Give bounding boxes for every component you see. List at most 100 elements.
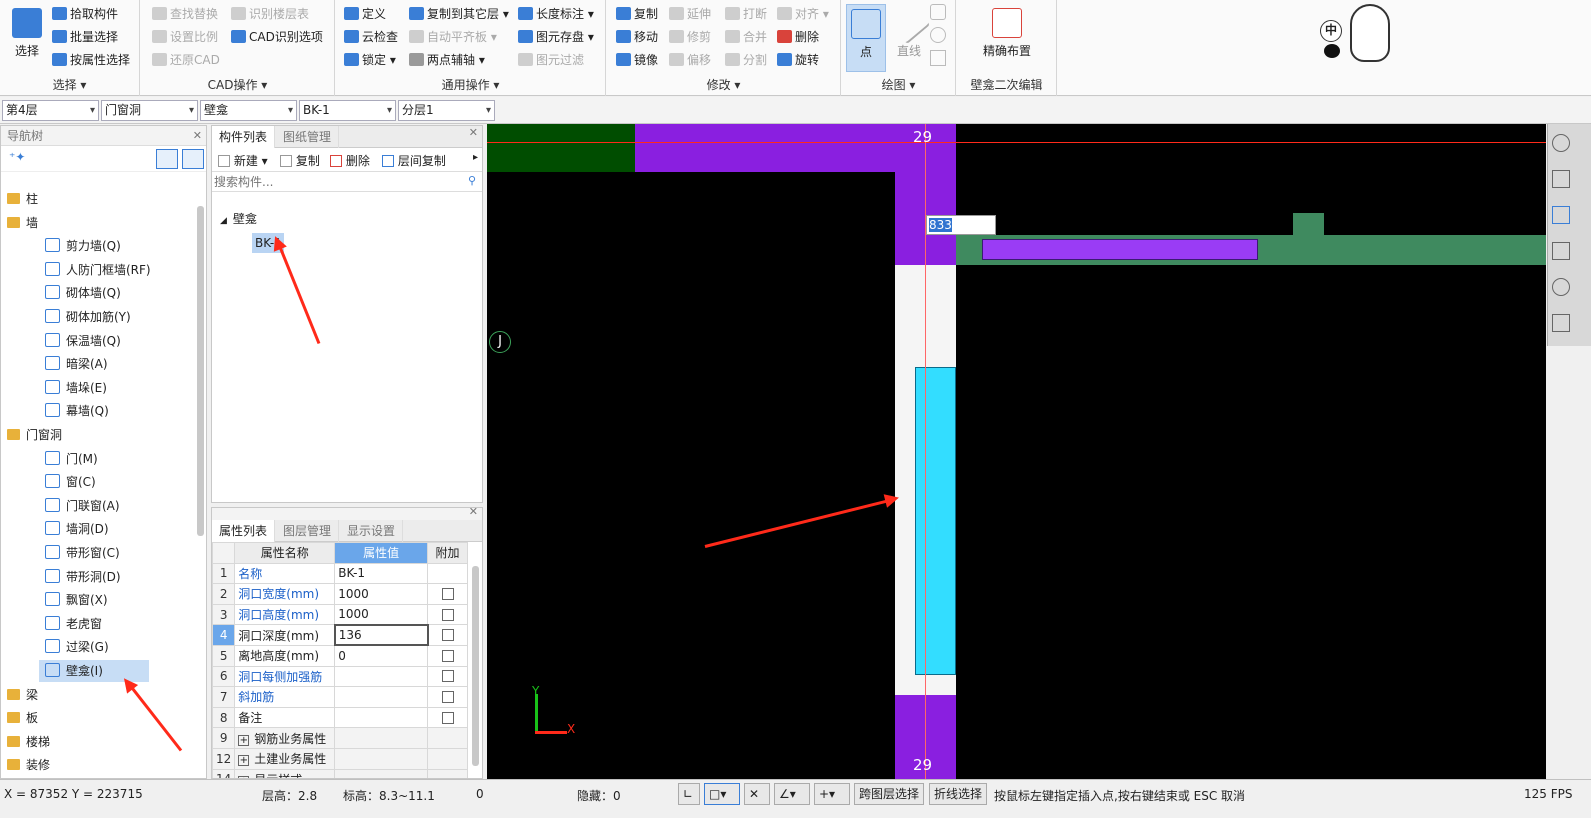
expand-icon[interactable]: ⁺✦ xyxy=(9,150,25,164)
grid-view-icon[interactable] xyxy=(182,149,204,169)
nav-item-6[interactable]: 保温墙(Q) xyxy=(1,330,196,352)
drawing-canvas[interactable]: 29 29 J 833 Y X xyxy=(487,124,1546,779)
view-3d-icon[interactable] xyxy=(1552,170,1570,188)
nav-item-21[interactable]: 梁 xyxy=(1,684,196,706)
top-view-icon[interactable] xyxy=(1552,206,1570,224)
ime-indicator[interactable]: 中 xyxy=(1320,20,1342,42)
niche-element[interactable] xyxy=(915,367,956,675)
property-row[interactable]: 12 + 土建业务属性 xyxy=(212,747,468,770)
nav-item-8[interactable]: 墙垛(E) xyxy=(1,377,196,399)
search-input[interactable] xyxy=(214,173,464,190)
additional-checkbox[interactable] xyxy=(441,649,454,662)
angle-toggle[interactable]: ∠▾ xyxy=(774,783,810,805)
element-filter-button[interactable]: 图元过滤 xyxy=(518,50,584,70)
nav-item-0[interactable]: 柱 xyxy=(1,188,196,210)
identify-floor-table-button[interactable]: 识别楼层表 xyxy=(231,4,309,24)
property-value[interactable] xyxy=(334,727,429,749)
floor-select[interactable]: 第4层 xyxy=(2,100,99,121)
mirror-button[interactable]: 镜像 xyxy=(616,50,658,70)
cloud-check-button[interactable]: 云检查 xyxy=(344,27,398,47)
nav-item-18[interactable]: 老虎窗 xyxy=(1,613,196,635)
align-button[interactable]: 对齐 ▾ xyxy=(777,4,829,24)
property-row[interactable]: 3 洞口高度(mm) 1000 xyxy=(212,603,468,626)
nav-item-5[interactable]: 砌体加筋(Y) xyxy=(1,306,196,328)
type-select[interactable]: 壁龛 xyxy=(200,100,297,121)
additional-checkbox[interactable] xyxy=(441,608,454,621)
auto-level-button[interactable]: 自动平齐板 ▾ xyxy=(409,27,497,47)
set-scale-button[interactable]: 设置比例 xyxy=(152,27,218,47)
property-row[interactable]: 5 离地高度(mm) 0 xyxy=(212,644,468,667)
merge-button[interactable]: 合并 xyxy=(725,27,767,47)
nav-item-11[interactable]: 门(M) xyxy=(1,448,196,470)
tab-drawing-manage[interactable]: 图纸管理 xyxy=(276,126,340,148)
front-view-icon[interactable] xyxy=(1552,242,1570,260)
nav-item-2[interactable]: 剪力墙(Q) xyxy=(1,235,196,257)
circle-icon[interactable] xyxy=(930,27,946,43)
property-row[interactable]: 6 洞口每侧加强筋 xyxy=(212,665,468,688)
tab-property-list[interactable]: 属性列表 xyxy=(212,520,276,542)
line-draw-button[interactable]: 直线 xyxy=(887,1,931,59)
property-value[interactable]: 1000 xyxy=(334,583,429,605)
extend-button[interactable]: 延伸 xyxy=(669,4,711,24)
property-scrollbar[interactable] xyxy=(472,566,479,766)
collapse-icon[interactable]: ◢ xyxy=(220,216,227,226)
delete-button[interactable]: 删除 xyxy=(777,27,819,47)
new-component-button[interactable]: 新建 ▾ xyxy=(218,152,268,169)
property-value[interactable]: 1000 xyxy=(334,603,429,626)
close-icon[interactable]: ✕ xyxy=(193,126,202,146)
property-value[interactable]: 136 xyxy=(333,623,429,647)
additional-checkbox[interactable] xyxy=(441,587,454,600)
precise-layout-button[interactable]: 精确布置 xyxy=(965,8,1049,59)
nav-item-4[interactable]: 砌体墙(Q) xyxy=(1,282,196,304)
tab-layer-manage[interactable]: 图层管理 xyxy=(276,520,340,542)
batch-select-button[interactable]: 批量选择 xyxy=(52,27,118,47)
list-view-icon[interactable] xyxy=(156,149,178,169)
wall-segment-top[interactable] xyxy=(635,124,956,172)
tab-component-list[interactable]: 构件列表 xyxy=(212,126,276,148)
property-row[interactable]: 14+显示样式 xyxy=(212,768,468,778)
property-row[interactable]: 9 + 钢筋业务属性 xyxy=(212,727,468,749)
window-element[interactable] xyxy=(982,239,1258,260)
length-dim-button[interactable]: 长度标注 ▾ xyxy=(518,4,594,24)
nav-item-9[interactable]: 幕墙(Q) xyxy=(1,400,196,422)
offset-button[interactable]: 偏移 xyxy=(669,50,711,70)
rect-icon[interactable] xyxy=(930,50,946,66)
additional-checkbox[interactable] xyxy=(441,629,454,642)
component-group[interactable]: ◢ 壁龛 xyxy=(220,210,257,227)
floor-copy-button[interactable]: 层间复制 xyxy=(382,152,446,169)
nav-item-3[interactable]: 人防门框墙(RF) xyxy=(1,259,196,281)
rotate-view-icon[interactable] xyxy=(1552,278,1570,296)
nav-item-22[interactable]: 板 xyxy=(1,707,196,729)
property-row[interactable]: 2 洞口宽度(mm) 1000 xyxy=(212,583,468,605)
dimension-input[interactable]: 833 xyxy=(926,215,996,235)
nav-item-7[interactable]: 暗梁(A) xyxy=(1,353,196,375)
pick-component-button[interactable]: 拾取构件 xyxy=(52,4,118,24)
copy-to-floor-button[interactable]: 复制到其它层 ▾ xyxy=(409,4,509,24)
move-button[interactable]: 移动 xyxy=(616,27,658,47)
define-button[interactable]: 定义 xyxy=(344,4,386,24)
close-icon[interactable]: ✕ xyxy=(469,508,478,518)
additional-checkbox[interactable] xyxy=(441,690,454,703)
grid-icon[interactable] xyxy=(1552,314,1570,332)
offset-toggle[interactable]: +▾ xyxy=(814,783,850,805)
cross-toggle[interactable]: ✕ xyxy=(744,783,770,805)
point-draw-button[interactable]: 点 xyxy=(846,4,886,72)
restore-cad-button[interactable]: 还原CAD xyxy=(152,50,220,70)
beam-stub[interactable] xyxy=(1293,213,1324,237)
nav-item-14[interactable]: 墙洞(D) xyxy=(1,518,196,540)
layer-select[interactable]: 分层1 xyxy=(398,100,495,121)
polyline-select-button[interactable]: 折线选择 xyxy=(929,783,988,805)
category-select[interactable]: 门窗洞 xyxy=(101,100,198,121)
additional-checkbox[interactable] xyxy=(441,670,454,683)
rotate-button[interactable]: 旋转 xyxy=(777,50,819,70)
property-value[interactable]: BK-1 xyxy=(334,562,429,585)
break-button[interactable]: 打断 xyxy=(725,4,767,24)
property-value[interactable] xyxy=(334,706,429,729)
split-button[interactable]: 分割 xyxy=(725,50,767,70)
nav-item-16[interactable]: 带形洞(D) xyxy=(1,566,196,588)
additional-checkbox[interactable] xyxy=(441,711,454,724)
property-row[interactable]: 4 洞口深度(mm) 136 xyxy=(212,623,468,647)
nav-item-19[interactable]: 过梁(G) xyxy=(1,636,196,658)
save-element-button[interactable]: 图元存盘 ▾ xyxy=(518,27,594,47)
ortho-toggle[interactable]: ∟ xyxy=(678,783,700,805)
